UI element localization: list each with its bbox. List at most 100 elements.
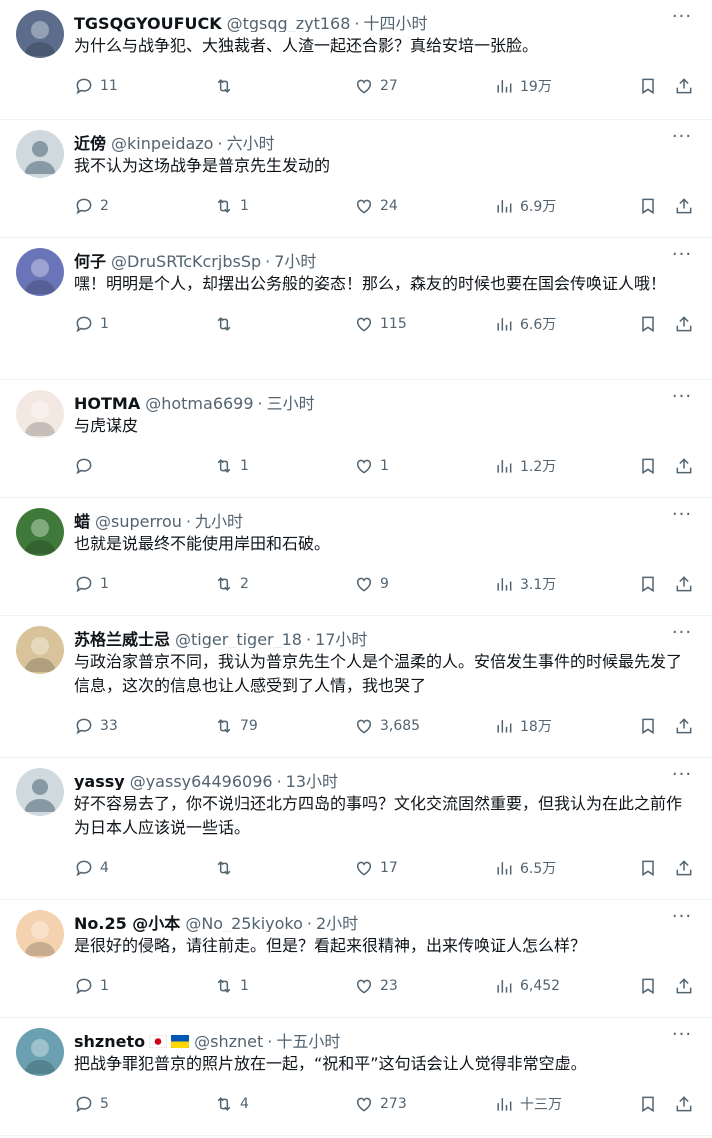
share-button[interactable] — [674, 858, 696, 878]
reply-button[interactable]: 4 — [74, 858, 214, 878]
more-icon[interactable]: ··· — [670, 506, 694, 526]
retweet-button[interactable]: 4 — [214, 1094, 354, 1114]
timestamp[interactable]: 九小时 — [195, 508, 243, 530]
reply-button[interactable]: 1 — [74, 976, 214, 996]
reply-button[interactable]: 5 — [74, 1094, 214, 1114]
bookmark-button[interactable] — [638, 76, 674, 96]
bookmark-button[interactable] — [638, 456, 674, 476]
tweet[interactable]: ··· HOTMA @hotma6699 · 三小时 与虎谋皮 1 1 1.2万 — [0, 380, 712, 498]
bookmark-button[interactable] — [638, 1094, 674, 1114]
reply-button[interactable]: 33 — [74, 716, 214, 736]
more-icon[interactable]: ··· — [670, 128, 694, 148]
bookmark-button[interactable] — [638, 574, 674, 594]
timestamp[interactable]: 十四小时 — [363, 10, 427, 32]
avatar[interactable] — [16, 910, 64, 958]
retweet-button[interactable]: 2 — [214, 574, 354, 594]
share-button[interactable] — [674, 314, 696, 334]
default-avatar[interactable] — [16, 130, 64, 178]
default-avatar[interactable] — [16, 768, 64, 816]
views-button[interactable]: 18万 — [494, 716, 634, 736]
author-name[interactable]: yassy — [74, 772, 125, 790]
timestamp[interactable]: 13小时 — [286, 768, 338, 790]
avatar[interactable] — [16, 1028, 64, 1076]
like-button[interactable]: 9 — [354, 574, 494, 594]
author-name[interactable]: TGSQGYOUFUCK — [74, 14, 222, 32]
author-name[interactable]: 何子 — [74, 248, 106, 270]
retweet-button[interactable]: 1 — [214, 456, 354, 476]
avatar[interactable] — [16, 626, 64, 674]
timestamp[interactable]: 7小时 — [274, 248, 316, 270]
retweet-button[interactable] — [214, 314, 354, 334]
like-button[interactable]: 3,685 — [354, 716, 494, 736]
tweet[interactable]: ··· TGSQGYOUFUCK @tgsqg_zyt168 · 十四小时 为什… — [0, 0, 712, 120]
author-name[interactable]: No.25 @小本 — [74, 910, 180, 932]
like-button[interactable]: 24 — [354, 196, 494, 216]
bookmark-button[interactable] — [638, 716, 674, 736]
timestamp[interactable]: 2小时 — [316, 910, 358, 932]
more-icon[interactable]: ··· — [670, 8, 694, 28]
retweet-button[interactable]: 1 — [214, 976, 354, 996]
author-handle[interactable]: @No_25kiyoko — [185, 914, 303, 932]
views-button[interactable]: 十三万 — [494, 1094, 634, 1114]
views-button[interactable]: 6.5万 — [494, 858, 634, 878]
author-name[interactable]: 蜡 — [74, 508, 90, 530]
views-button[interactable]: 3.1万 — [494, 574, 634, 594]
share-button[interactable] — [674, 76, 696, 96]
reply-button[interactable] — [74, 456, 214, 476]
share-button[interactable] — [674, 1094, 696, 1114]
views-button[interactable]: 6.6万 — [494, 314, 634, 334]
timestamp[interactable]: 十五小时 — [276, 1028, 340, 1050]
reply-button[interactable]: 1 — [74, 314, 214, 334]
author-handle[interactable]: @shznet — [194, 1032, 263, 1050]
timestamp[interactable]: 17小时 — [315, 626, 367, 648]
more-icon[interactable]: ··· — [670, 624, 694, 644]
bookmark-button[interactable] — [638, 196, 674, 216]
views-button[interactable]: 19万 — [494, 76, 634, 96]
views-button[interactable]: 1.2万 — [494, 456, 634, 476]
more-icon[interactable]: ··· — [670, 766, 694, 786]
author-handle[interactable]: @hotma6699 — [145, 394, 253, 412]
author-handle[interactable]: @kinpeidazo — [111, 134, 213, 152]
timestamp[interactable]: 三小时 — [267, 390, 315, 412]
tweet[interactable]: ··· yassy @yassy64496096 · 13小时 好不容易去了，你… — [0, 758, 712, 900]
author-handle[interactable]: @DruSRTcKcrjbsSp — [111, 252, 261, 270]
views-button[interactable]: 6,452 — [494, 976, 634, 996]
like-button[interactable]: 27 — [354, 76, 494, 96]
like-button[interactable]: 23 — [354, 976, 494, 996]
author-handle[interactable]: @superrou — [95, 512, 182, 530]
like-button[interactable]: 115 — [354, 314, 494, 334]
avatar[interactable] — [16, 508, 64, 556]
retweet-button[interactable]: 79 — [214, 716, 354, 736]
tweet[interactable]: ··· 苏格兰威士忌 @tiger_tiger_18 · 17小时 与政治家普京… — [0, 616, 712, 758]
tweet[interactable]: ··· 蜡 @superrou · 九小时 也就是说最终不能使用岸田和石破。 1 — [0, 498, 712, 616]
like-button[interactable]: 273 — [354, 1094, 494, 1114]
share-button[interactable] — [674, 976, 696, 996]
like-button[interactable]: 17 — [354, 858, 494, 878]
reply-button[interactable]: 2 — [74, 196, 214, 216]
avatar[interactable] — [16, 10, 64, 58]
author-handle[interactable]: @tiger_tiger_18 — [175, 630, 302, 648]
share-button[interactable] — [674, 574, 696, 594]
bookmark-button[interactable] — [638, 314, 674, 334]
tweet[interactable]: ··· 近傍 @kinpeidazo · 六小时 我不认为这场战争是普京先生发动… — [0, 120, 712, 238]
tweet[interactable]: ··· shzneto @shznet · 十五小时 把战争罪犯普京的照片放在一… — [0, 1018, 712, 1136]
avatar[interactable] — [16, 390, 64, 438]
author-name[interactable]: HOTMA — [74, 394, 140, 412]
more-icon[interactable]: ··· — [670, 246, 694, 266]
more-icon[interactable]: ··· — [670, 388, 694, 408]
retweet-button[interactable] — [214, 858, 354, 878]
share-button[interactable] — [674, 456, 696, 476]
retweet-button[interactable] — [214, 76, 354, 96]
more-icon[interactable]: ··· — [670, 908, 694, 928]
author-name[interactable]: 苏格兰威士忌 — [74, 626, 170, 648]
timestamp[interactable]: 六小时 — [227, 130, 275, 152]
tweet[interactable]: ··· 何子 @DruSRTcKcrjbsSp · 7小时 嘿！明明是个人，却摆… — [0, 238, 712, 380]
share-button[interactable] — [674, 196, 696, 216]
author-name[interactable]: 近傍 — [74, 130, 106, 152]
tweet[interactable]: ··· No.25 @小本 @No_25kiyoko · 2小时 是很好的侵略，… — [0, 900, 712, 1018]
retweet-button[interactable]: 1 — [214, 196, 354, 216]
views-button[interactable]: 6.9万 — [494, 196, 634, 216]
author-handle[interactable]: @yassy64496096 — [130, 772, 273, 790]
reply-button[interactable]: 11 — [74, 76, 214, 96]
more-icon[interactable]: ··· — [670, 1026, 694, 1046]
